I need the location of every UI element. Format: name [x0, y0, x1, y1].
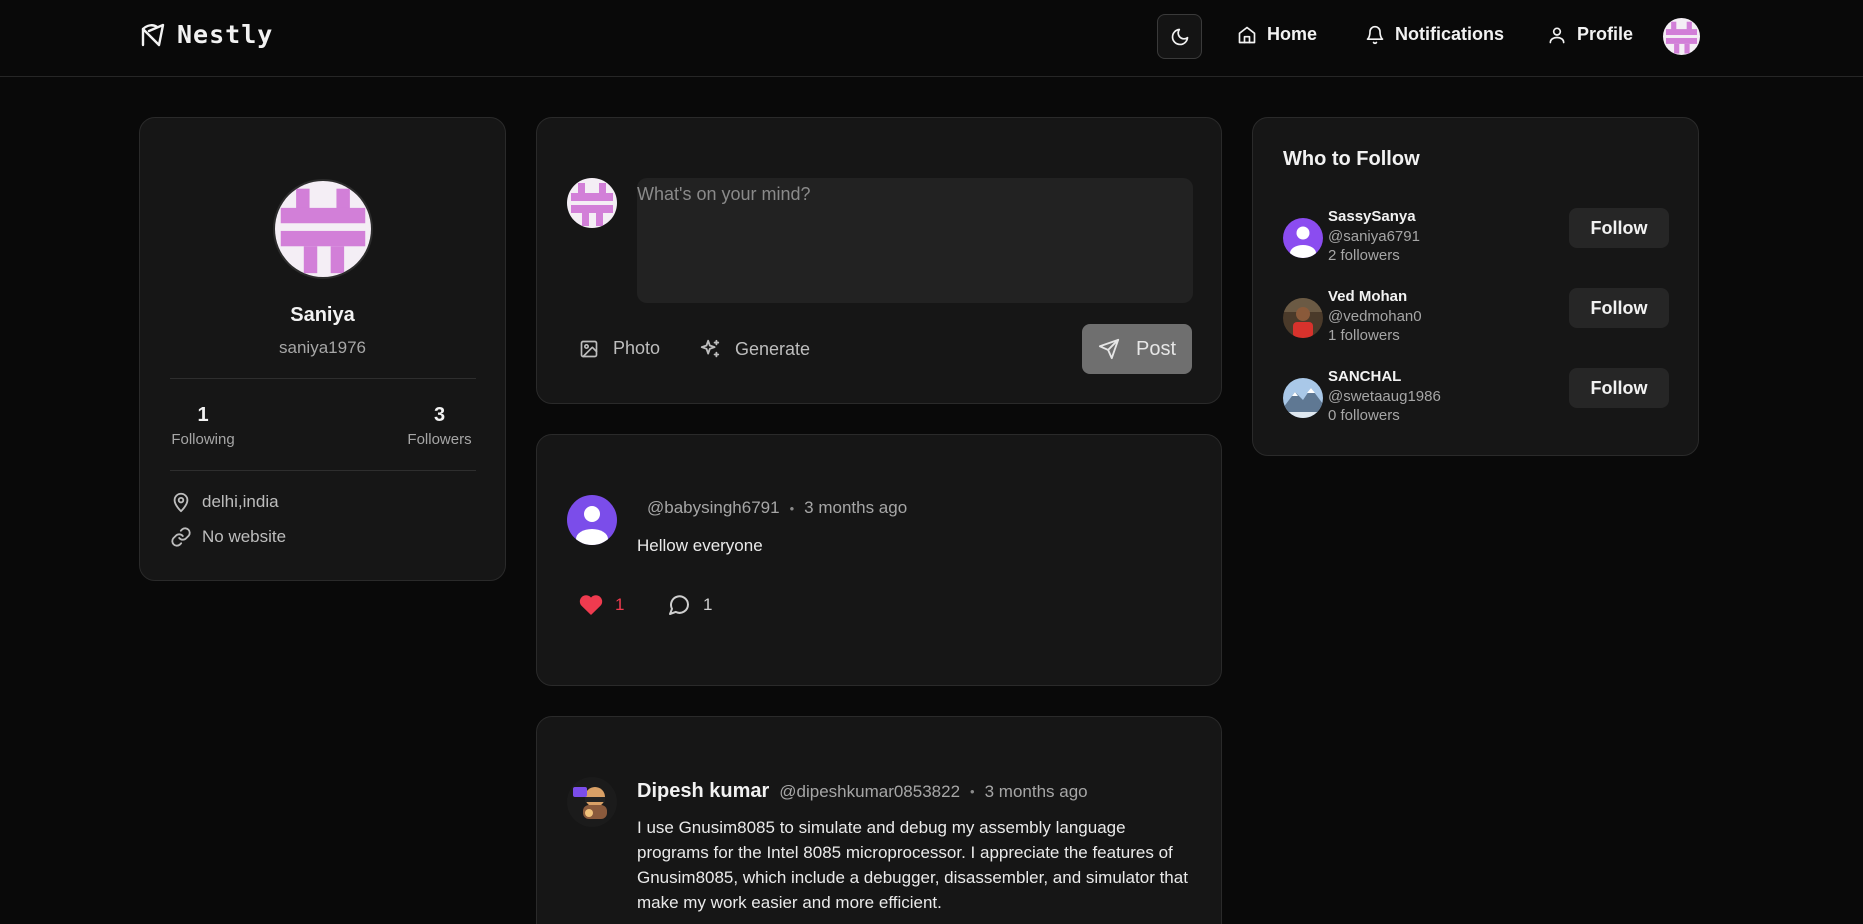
nav-notifications-link[interactable]: Notifications [1365, 24, 1504, 45]
followers-count: 3 [433, 404, 446, 426]
followers-label: Followers [407, 431, 472, 448]
nav-notifications-label: Notifications [1395, 24, 1505, 44]
suggested-user-handle: @vedmohan0 [1328, 308, 1422, 325]
suggested-user-followers: 1 followers [1328, 327, 1400, 344]
follow-button[interactable]: Follow [1569, 368, 1669, 408]
profile-card: Saniya saniya1976 1 Following 3 Follower… [139, 117, 506, 581]
suggested-user-name[interactable]: Ved Mohan [1328, 288, 1407, 305]
map-pin-icon [170, 491, 192, 513]
post-author-handle[interactable]: @babysingh6791 [647, 498, 780, 518]
nav-home-link[interactable]: Home [1237, 24, 1317, 45]
suggested-user: Ved Mohan @vedmohan0 1 followers Follow [1283, 288, 1669, 344]
post-button-label: Post [1135, 337, 1177, 360]
separator-dot: • [970, 784, 975, 799]
suggested-user-avatar[interactable] [1283, 218, 1323, 258]
suggested-user-handle: @swetaaug1986 [1328, 388, 1441, 405]
suggested-user-followers: 2 followers [1328, 247, 1400, 264]
nest-logo-icon [139, 21, 167, 49]
who-to-follow-panel: Who to Follow SassySanya @saniya6791 2 f… [1252, 117, 1699, 456]
profile-username: saniya1976 [279, 338, 366, 357]
follow-button[interactable]: Follow [1569, 208, 1669, 248]
profile-divider-top [170, 378, 476, 379]
post-author-name[interactable]: Dipesh kumar [637, 780, 769, 803]
suggested-user-followers: 0 followers [1328, 407, 1400, 424]
suggested-user: SANCHAL @swetaaug1986 0 followers Follow [1283, 368, 1669, 424]
post-timestamp: 3 months ago [984, 781, 1088, 801]
comment-icon [667, 593, 691, 617]
profile-divider-bottom [170, 470, 476, 471]
feed-post: @babysingh6791 • 3 months ago Hellow eve… [536, 434, 1222, 686]
composer-avatar [567, 178, 617, 228]
nav-home-label: Home [1267, 24, 1318, 44]
post-author-avatar[interactable] [567, 777, 617, 827]
post-composer: Photo Generate Post [536, 117, 1222, 404]
generate-label: Generate [735, 338, 811, 359]
suggested-user-avatar[interactable] [1283, 298, 1323, 338]
like-count: 1 [615, 595, 625, 614]
profile-website-text: No website [202, 527, 287, 546]
nav-profile-link[interactable]: Profile [1547, 24, 1633, 45]
following-label: Following [171, 431, 235, 448]
theme-toggle-button[interactable] [1157, 14, 1202, 59]
followers-stat[interactable]: 3 Followers [403, 404, 476, 448]
who-to-follow-title: Who to Follow [1283, 148, 1420, 170]
user-icon [1547, 25, 1567, 45]
suggested-user-name[interactable]: SassySanya [1328, 208, 1416, 225]
suggested-user-handle: @saniya6791 [1328, 228, 1420, 245]
home-icon [1237, 25, 1257, 45]
profile-name: Saniya [290, 304, 355, 326]
suggested-user-avatar[interactable] [1283, 378, 1323, 418]
image-icon [579, 339, 599, 359]
top-navigation-bar: Nestly Home Notifications Profile [0, 0, 1863, 77]
send-icon [1098, 338, 1120, 360]
suggested-user-name[interactable]: SANCHAL [1328, 368, 1401, 385]
post-button[interactable]: Post [1082, 324, 1192, 374]
nav-user-avatar[interactable] [1663, 18, 1700, 55]
following-count: 1 [197, 404, 209, 426]
post-author-avatar[interactable] [567, 495, 617, 545]
comment-button[interactable]: 1 [667, 593, 712, 617]
generate-button[interactable]: Generate [699, 338, 810, 360]
bell-icon [1365, 25, 1385, 45]
nav-profile-label: Profile [1577, 24, 1634, 44]
post-header: @babysingh6791 • 3 months ago [637, 498, 907, 518]
post-header: Dipesh kumar @dipeshkumar0853822 • 3 mon… [637, 780, 1088, 803]
profile-avatar[interactable] [273, 179, 373, 279]
brand-logo[interactable]: Nestly [139, 20, 273, 49]
follow-button[interactable]: Follow [1569, 288, 1669, 328]
post-content: Hellow everyone [637, 536, 763, 555]
add-photo-button[interactable]: Photo [579, 338, 660, 359]
post-content: I use Gnusim8085 to simulate and debug m… [637, 818, 1188, 912]
feed-post: Dipesh kumar @dipeshkumar0853822 • 3 mon… [536, 716, 1222, 924]
sparkles-icon [699, 338, 721, 360]
moon-icon [1170, 27, 1190, 47]
add-photo-label: Photo [613, 338, 661, 358]
post-text-input[interactable] [637, 178, 1193, 303]
comment-count: 1 [703, 595, 713, 614]
like-button[interactable]: 1 [579, 593, 624, 617]
separator-dot: • [789, 500, 795, 516]
suggested-user: SassySanya @saniya6791 2 followers Follo… [1283, 208, 1669, 264]
profile-location: delhi,india [170, 491, 279, 513]
brand-name: Nestly [177, 20, 274, 49]
profile-location-text: delhi,india [202, 492, 279, 511]
post-timestamp: 3 months ago [804, 498, 908, 517]
post-author-handle[interactable]: @dipeshkumar0853822 [779, 782, 960, 802]
heart-icon [579, 593, 603, 617]
link-icon [170, 526, 192, 548]
following-stat[interactable]: 1 Following [170, 404, 236, 448]
profile-website: No website [170, 526, 286, 548]
